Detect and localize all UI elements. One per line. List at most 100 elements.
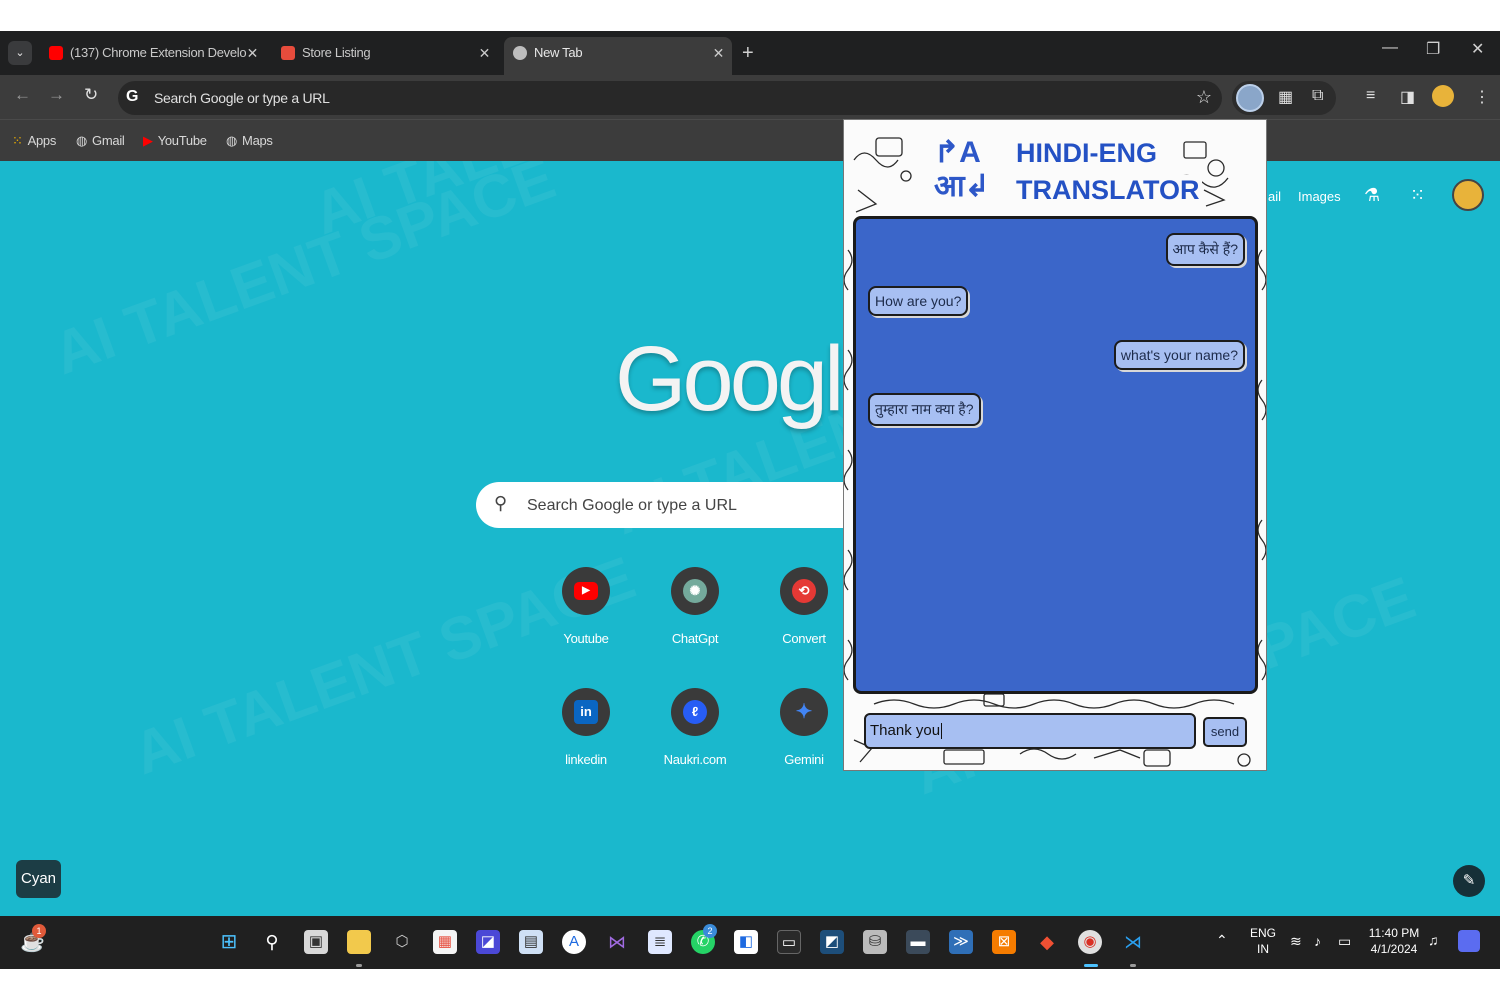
app-icon[interactable]: ▬ (906, 930, 930, 954)
globe-icon: ◍ (76, 133, 88, 148)
running-indicator (1130, 964, 1136, 967)
language-region: IN (1257, 942, 1269, 956)
app-icon[interactable]: ◩ (820, 930, 844, 954)
bookmark-gmail[interactable]: ◍ Gmail (76, 133, 125, 149)
logo-latin-letter: A (959, 136, 981, 169)
youtube-icon (49, 46, 63, 60)
gmail-link[interactable]: ail (1268, 189, 1281, 204)
tab-store-listing[interactable]: Store Listing ✕ (272, 37, 498, 75)
restore-icon[interactable]: ❐ (1426, 39, 1440, 59)
tab-title: (137) Chrome Extension Develo (70, 45, 247, 60)
popup-header: ↱A आ↲ HINDI-ENG TRANSLATOR (934, 132, 1234, 212)
account-avatar[interactable] (1452, 179, 1484, 211)
active-indicator (1084, 964, 1098, 967)
profile-avatar[interactable] (1432, 85, 1454, 107)
chatgpt-icon: ✺ (683, 579, 707, 603)
clock-date: 4/1/2024 (1370, 942, 1418, 956)
start-windows-icon[interactable]: ⊞ (217, 930, 241, 954)
file-explorer-icon[interactable] (347, 930, 371, 954)
language-indicator[interactable]: ENG IN (1248, 926, 1278, 956)
puzzle-icon[interactable]: ⧉ (1312, 87, 1323, 105)
convert-icon: ⟲ (792, 579, 816, 603)
google-apps-icon[interactable]: ⁙ (1410, 185, 1425, 206)
gemini-icon: ✦ (795, 701, 813, 723)
bookmark-star-icon[interactable]: ☆ (1196, 87, 1212, 108)
extension-icon[interactable]: ▦ (1278, 87, 1293, 107)
search-icon[interactable]: ⚲ (260, 930, 284, 954)
vscode-icon[interactable]: ⋊ (1121, 930, 1145, 954)
close-window-icon[interactable]: ✕ (1471, 39, 1484, 59)
shortcut-naukri[interactable]: ℓ Naukri.com (640, 688, 750, 767)
copilot-icon[interactable] (1458, 930, 1480, 952)
customize-theme-button[interactable]: Cyan (16, 860, 61, 898)
minimize-icon[interactable]: — (1382, 39, 1398, 57)
tab-search-button[interactable]: ⌄ (8, 41, 32, 65)
back-icon[interactable]: ← (14, 85, 31, 105)
volume-icon[interactable]: ♪ (1314, 933, 1321, 949)
notification-badge: 1 (32, 924, 46, 938)
bookmark-maps[interactable]: ◍ Maps (226, 133, 273, 149)
menu-icon[interactable]: ⋮ (1474, 87, 1490, 107)
reading-list-icon[interactable]: ≡ (1366, 87, 1375, 105)
message-input-value: Thank you (870, 722, 941, 739)
app-icon[interactable]: ⬡ (390, 930, 414, 954)
app-icon[interactable]: A (562, 930, 586, 954)
battery-icon[interactable]: ▭ (1338, 933, 1351, 950)
images-link[interactable]: Images (1298, 189, 1341, 204)
terminal-icon[interactable]: ▭ (777, 930, 801, 954)
forward-icon[interactable]: → (48, 85, 65, 105)
side-panel-icon[interactable]: ◨ (1400, 87, 1415, 107)
clock-time: 11:40 PM (1368, 926, 1420, 940)
naukri-icon: ℓ (683, 700, 707, 724)
tab-title: Store Listing (302, 45, 371, 60)
close-icon[interactable]: ✕ (479, 37, 491, 69)
photos-icon[interactable]: ▤ (519, 930, 543, 954)
new-tab-button[interactable]: + (742, 41, 754, 65)
clock[interactable]: 11:40 PM 4/1/2024 (1366, 926, 1422, 956)
send-button[interactable]: send (1203, 717, 1247, 747)
chevron-up-icon[interactable]: ⌃ (1216, 932, 1228, 949)
wifi-icon[interactable]: ≋ (1290, 933, 1302, 950)
logo-arrow-icon: ↱ (934, 136, 960, 169)
watermark: AI TALENT SPACE (44, 143, 564, 388)
app-icon[interactable]: ◧ (734, 930, 758, 954)
visual-studio-icon[interactable]: ⋈ (605, 930, 629, 954)
tab-chrome-extension[interactable]: (137) Chrome Extension Develo ✕ (40, 37, 266, 75)
shortcut-linkedin[interactable]: in linkedin (531, 688, 641, 767)
notepad-icon[interactable]: ≣ (648, 930, 672, 954)
text-cursor (941, 723, 943, 740)
google-icon: G (126, 88, 139, 105)
database-icon[interactable]: ⛁ (863, 930, 887, 954)
bell-icon[interactable]: ♫ (1428, 932, 1439, 948)
tab-title: New Tab (534, 45, 583, 60)
app-icon[interactable]: ⊠ (992, 930, 1016, 954)
message-input[interactable]: Thank you (864, 713, 1196, 749)
shortcut-label: Youtube (563, 631, 609, 646)
labs-flask-icon[interactable]: ⚗ (1364, 185, 1380, 206)
translator-extension-icon[interactable] (1236, 84, 1264, 112)
edit-pencil-icon[interactable]: ✎ (1453, 865, 1485, 897)
chrome-icon[interactable]: ◉ (1078, 930, 1102, 954)
task-view-icon[interactable]: ▣ (304, 930, 328, 954)
reload-icon[interactable]: ↻ (84, 85, 98, 105)
close-icon[interactable]: ✕ (713, 37, 725, 69)
close-icon[interactable]: ✕ (247, 37, 259, 69)
tab-new-tab[interactable]: New Tab ✕ (504, 37, 732, 75)
logo-devanagari-letter: आ (934, 170, 965, 203)
git-icon[interactable]: ◆ (1035, 930, 1059, 954)
powershell-icon[interactable]: ≫ (949, 930, 973, 954)
address-text: Search Google or type a URL (154, 90, 330, 106)
app-icon[interactable]: ◪ (476, 930, 500, 954)
shortcut-youtube[interactable]: ▶ Youtube (531, 567, 641, 646)
translator-popup: ↱A आ↲ HINDI-ENG TRANSLATOR आप कैसे हैं? … (843, 119, 1267, 771)
bookmarks-bar: ⁙ Apps ◍ Gmail ▶ YouTube ◍ Maps (0, 119, 1500, 161)
bookmark-apps[interactable]: ⁙ Apps (12, 133, 56, 149)
whatsapp-badge: 2 (703, 924, 717, 938)
tab-strip: ⌄ (137) Chrome Extension Develo ✕ Store … (0, 31, 1500, 75)
chat-area[interactable]: आप कैसे हैं? How are you? what's your na… (853, 216, 1258, 694)
store-icon[interactable]: ▦ (433, 930, 457, 954)
address-bar[interactable]: G Search Google or type a URL ☆ (118, 81, 1222, 115)
bookmark-youtube[interactable]: ▶ YouTube (143, 133, 207, 149)
chat-message-left: How are you? (868, 286, 969, 316)
shortcut-chatgpt[interactable]: ✺ ChatGpt (640, 567, 750, 646)
